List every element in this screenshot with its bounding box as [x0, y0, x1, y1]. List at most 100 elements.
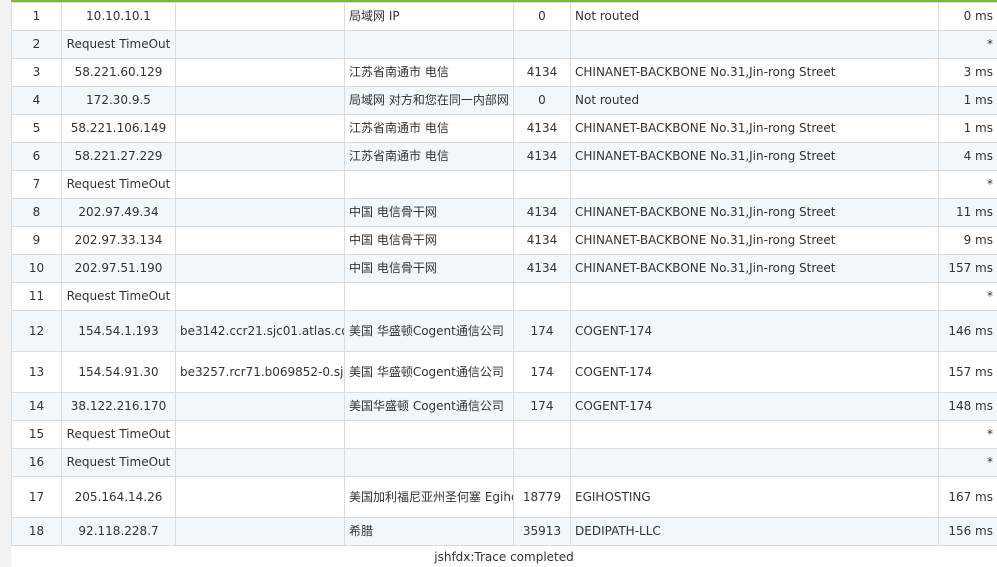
hop-number: 7 — [11, 170, 62, 199]
hop-location: 中国 电信骨干网 — [344, 198, 514, 227]
hop-ip: 92.118.228.7 — [61, 517, 176, 546]
hop-org: Not routed — [570, 86, 939, 115]
table-row: 7 Request TimeOut * — [11, 170, 997, 199]
hop-ip: Request TimeOut — [61, 448, 176, 477]
hop-latency: * — [938, 448, 997, 477]
hop-hostname — [175, 58, 345, 87]
hop-hostname: be3257.rcr71.b069852-0.sjc01.atlas.cogen… — [175, 351, 345, 393]
hop-location: 中国 电信骨干网 — [344, 226, 514, 255]
hop-latency: 1 ms — [938, 86, 997, 115]
hop-asn — [513, 170, 571, 199]
table-row: 1 10.10.10.1 局域网 IP 0 Not routed 0 ms — [11, 2, 997, 31]
hop-asn: 174 — [513, 310, 571, 352]
hop-location — [344, 282, 514, 311]
hop-asn: 35913 — [513, 517, 571, 546]
table-row: 16 Request TimeOut * — [11, 448, 997, 477]
hop-asn: 4134 — [513, 226, 571, 255]
hop-ip: 58.221.60.129 — [61, 58, 176, 87]
hop-latency: 157 ms — [938, 254, 997, 283]
hop-number: 9 — [11, 226, 62, 255]
table-row: 2 Request TimeOut * — [11, 30, 997, 59]
table-row: 10 202.97.51.190 中国 电信骨干网 4134 CHINANET-BACK… — [11, 254, 997, 283]
hop-latency: 3 ms — [938, 58, 997, 87]
hop-location: 局域网 对方和您在同一内部网 — [344, 86, 514, 115]
hop-latency: 1 ms — [938, 114, 997, 143]
hop-ip: 154.54.91.30 — [61, 351, 176, 393]
hop-asn — [513, 420, 571, 449]
hop-org: COGENT-174 — [570, 392, 939, 421]
left-gutter — [0, 0, 11, 567]
hop-latency: 167 ms — [938, 476, 997, 518]
hop-hostname — [175, 392, 345, 421]
hop-latency: * — [938, 282, 997, 311]
hop-hostname: be3142.ccr21.sjc01.atlas.cogentco.com — [175, 310, 345, 352]
hop-org: DEDIPATH-LLC — [570, 517, 939, 546]
hop-location: 江苏省南通市 电信 — [344, 58, 514, 87]
hop-number: 2 — [11, 30, 62, 59]
hop-number: 4 — [11, 86, 62, 115]
hop-asn: 4134 — [513, 142, 571, 171]
hop-number: 10 — [11, 254, 62, 283]
table-row: 11 Request TimeOut * — [11, 282, 997, 311]
hop-hostname — [175, 86, 345, 115]
hop-location: 局域网 IP — [344, 2, 514, 31]
table-row: 12 154.54.1.193 be3142.ccr21.sjc01.atlas.c… — [11, 310, 997, 352]
hop-org: CHINANET-BACKBONE No.31,Jin-rong Street — [570, 226, 939, 255]
hop-ip: 38.122.216.170 — [61, 392, 176, 421]
hop-org — [570, 170, 939, 199]
hop-ip: 154.54.1.193 — [61, 310, 176, 352]
hop-asn: 18779 — [513, 476, 571, 518]
table-row: 15 Request TimeOut * — [11, 420, 997, 449]
hop-location: 江苏省南通市 电信 — [344, 114, 514, 143]
hop-latency: * — [938, 170, 997, 199]
hop-ip: 202.97.33.134 — [61, 226, 176, 255]
hop-number: 8 — [11, 198, 62, 227]
hop-location — [344, 448, 514, 477]
hop-org — [570, 420, 939, 449]
hop-asn — [513, 282, 571, 311]
hop-hostname — [175, 198, 345, 227]
hop-asn: 174 — [513, 351, 571, 393]
trace-status: jshfdx:Trace completed — [434, 550, 574, 564]
hop-ip: 58.221.106.149 — [61, 114, 176, 143]
hop-latency: 0 ms — [938, 2, 997, 31]
hop-ip: 205.164.14.26 — [61, 476, 176, 518]
hop-latency: * — [938, 30, 997, 59]
hop-number: 1 — [11, 2, 62, 31]
hop-hostname — [175, 30, 345, 59]
hop-org — [570, 282, 939, 311]
hop-ip: 10.10.10.1 — [61, 2, 176, 31]
hop-number: 16 — [11, 448, 62, 477]
hop-asn — [513, 30, 571, 59]
hop-latency: 157 ms — [938, 351, 997, 393]
hop-location: 希腊 — [344, 517, 514, 546]
hop-hostname — [175, 282, 345, 311]
hop-number: 13 — [11, 351, 62, 393]
table-row: 17205.164.14.26美国加利福尼亚州圣何塞 Egihosting公司1… — [11, 476, 997, 518]
hop-hostname — [175, 517, 345, 546]
traceroute-table: 1 10.10.10.1 局域网 IP 0 Not routed 0 ms 2 Request… — [11, 2, 997, 546]
hop-asn: 4134 — [513, 198, 571, 227]
hop-hostname — [175, 254, 345, 283]
hop-asn — [513, 448, 571, 477]
hop-hostname — [175, 476, 345, 518]
hop-location — [344, 420, 514, 449]
hop-location: 美国加利福尼亚州圣何塞 Egihosting公司 — [344, 476, 514, 518]
hop-latency: 156 ms — [938, 517, 997, 546]
hop-org — [570, 30, 939, 59]
hop-org: CHINANET-BACKBONE No.31,Jin-rong Street — [570, 58, 939, 87]
table-row: 9 202.97.33.134 中国 电信骨干网 4134 CHINANET-BACKB… — [11, 226, 997, 255]
hop-org — [570, 448, 939, 477]
hop-location — [344, 30, 514, 59]
hop-latency: 11 ms — [938, 198, 997, 227]
hop-location — [344, 170, 514, 199]
hop-number: 5 — [11, 114, 62, 143]
hop-asn: 0 — [513, 2, 571, 31]
hop-hostname — [175, 226, 345, 255]
hop-hostname — [175, 2, 345, 31]
hop-org: Not routed — [570, 2, 939, 31]
hop-latency: 148 ms — [938, 392, 997, 421]
table-row: 14 38.122.216.170 美国华盛顿 Cogent通信公司 174 COGEN… — [11, 392, 997, 421]
hop-location: 美国华盛顿 Cogent通信公司 — [344, 392, 514, 421]
hop-latency: * — [938, 420, 997, 449]
